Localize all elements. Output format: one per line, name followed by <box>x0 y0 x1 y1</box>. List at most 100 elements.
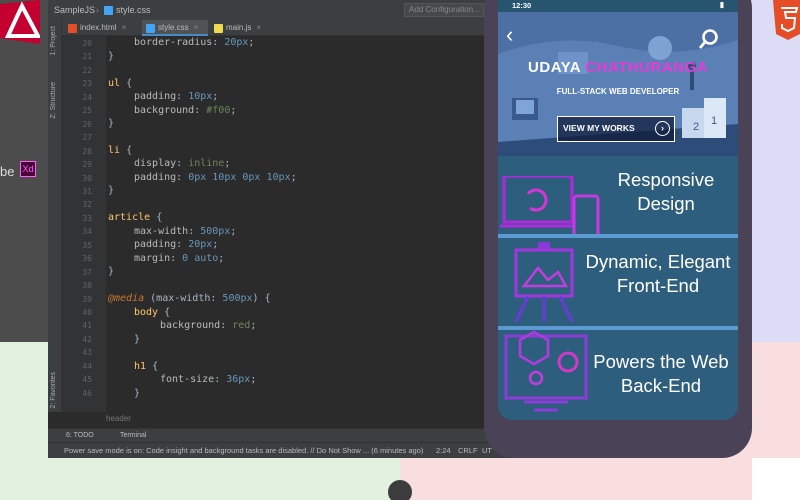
feature-title: Powers the Web Back-End <box>593 351 729 396</box>
tab-label: style.css <box>158 23 189 32</box>
view-my-works-button[interactable]: VIEW MY WORKS › <box>557 116 675 142</box>
bottom-tool-bar: 6: TODO Terminal <box>48 428 518 442</box>
feature-card-back-end[interactable]: Powers the Web Back-End <box>498 330 738 420</box>
cursor-position[interactable]: 2:24 <box>436 444 451 458</box>
phone-clock: 12:30 <box>512 1 532 10</box>
button-label: VIEW MY WORKS <box>563 123 635 133</box>
ide-title-bar: SampleJS › style.css Add Configuration..… <box>48 0 518 20</box>
hero-title: UDAYA CHATHURANGA <box>528 59 708 76</box>
svg-text:2: 2 <box>693 121 699 133</box>
line-number: 26 <box>82 119 92 129</box>
phone-status-bar: 12:30 ▮ <box>498 0 738 12</box>
code-breadcrumb[interactable]: header <box>106 414 131 423</box>
code-line-26: } <box>108 118 115 129</box>
code-line-40: body { <box>134 307 171 318</box>
code-line-24: padding: 10px; <box>134 91 219 102</box>
editor-tab-bar: index.html × style.css × main.js × <box>62 20 518 36</box>
feature-title: Responsive Design <box>617 169 715 214</box>
line-number: 38 <box>82 281 92 291</box>
project-tool-tab[interactable]: 1: Project <box>50 26 57 56</box>
code-line-20: border-radius: 20px; <box>134 37 255 48</box>
line-number: 46 <box>82 388 92 398</box>
code-line-33: article { <box>108 212 163 223</box>
html-file-icon <box>68 24 77 33</box>
line-number: 21 <box>82 52 92 62</box>
close-icon[interactable]: × <box>256 23 261 32</box>
adobe-xd-icon: Xd <box>20 161 36 177</box>
favorites-tool-tab[interactable]: 2: Favorites <box>50 372 57 409</box>
slide-indicator-dot[interactable] <box>388 480 412 500</box>
tab-label: index.html <box>80 23 117 32</box>
svg-text:1: 1 <box>711 115 717 127</box>
tab-main-js[interactable]: main.js × <box>210 20 272 36</box>
structure-tool-tab[interactable]: Z: Structure <box>50 82 57 119</box>
code-line-45: font-size: 36px; <box>160 374 257 385</box>
code-line-25: background: #f00; <box>134 105 237 116</box>
line-number: 27 <box>82 133 92 143</box>
line-number: 40 <box>82 308 92 317</box>
code-line-28: li { <box>108 145 133 156</box>
line-number: 22 <box>82 65 92 75</box>
phone-screen: 2 1 ‹ UDAYA CHATHURANGA FULL-STACK WEB D… <box>498 0 738 420</box>
close-icon[interactable]: × <box>121 23 126 32</box>
css-file-icon <box>146 24 155 33</box>
js-file-icon <box>214 24 223 33</box>
phone-mockup: 2 1 ‹ UDAYA CHATHURANGA FULL-STACK WEB D… <box>484 0 752 458</box>
battery-icon: ▮ <box>719 0 724 9</box>
tab-style-css[interactable]: style.css × <box>142 20 208 36</box>
add-configuration-button[interactable]: Add Configuration... <box>404 3 484 17</box>
line-number: 31 <box>82 186 92 196</box>
feature-card-front-end[interactable]: Dynamic, Elegant Front-End <box>498 238 738 326</box>
code-line-37: } <box>108 266 115 277</box>
ide-window: SampleJS › style.css Add Configuration..… <box>48 0 518 458</box>
line-number: 28 <box>82 146 92 156</box>
code-line-46: } <box>134 388 141 399</box>
hero-subtitle: FULL-STACK WEB DEVELOPER <box>556 87 680 96</box>
tab-index-html[interactable]: index.html × <box>64 20 140 36</box>
line-number: 33 <box>82 213 92 223</box>
line-ending[interactable]: CRLF <box>458 444 478 458</box>
todo-tool-tab[interactable]: 6: TODO <box>66 432 94 439</box>
line-number: 35 <box>82 240 92 250</box>
code-line-30: padding: 0px 10px 0px 10px; <box>134 172 297 183</box>
code-line-34: max-width: 500px; <box>134 226 237 237</box>
code-line-44: h1 { <box>134 361 159 372</box>
back-button[interactable]: ‹ <box>506 24 522 47</box>
code-line-41: background: red; <box>160 320 257 331</box>
code-line-29: display: inline; <box>134 158 231 169</box>
arrow-right-icon: › <box>655 121 670 136</box>
project-name[interactable]: SampleJS <box>54 5 95 15</box>
line-number: 37 <box>82 267 92 277</box>
line-number: 39 <box>82 294 92 304</box>
ide-status-bar: Power save mode is on: Code insight and … <box>48 442 518 458</box>
line-number: 32 <box>82 200 92 210</box>
gears-monitor-icon <box>504 330 588 412</box>
easel-chart-icon <box>514 242 574 323</box>
adobe-label: be <box>0 164 15 179</box>
close-icon[interactable]: × <box>194 23 199 32</box>
css-file-icon <box>104 6 113 15</box>
line-number: 30 <box>82 173 92 183</box>
code-line-42: } <box>134 334 141 345</box>
code-line-21: } <box>108 51 115 62</box>
line-number: 25 <box>82 106 92 116</box>
line-number: 23 <box>82 79 92 89</box>
laptop-phone-sync-icon <box>500 176 600 240</box>
line-number: 24 <box>82 92 92 102</box>
code-line-35: padding: 20px; <box>134 239 219 250</box>
slide-edge <box>752 458 800 500</box>
status-message[interactable]: Power save mode is on: Code insight and … <box>64 444 423 458</box>
ide-left-toolbar: 1: Project Z: Structure 2: Favorites <box>48 20 62 412</box>
html5-logo-icon <box>773 0 800 40</box>
feature-card-responsive[interactable]: Responsive Design <box>498 156 738 240</box>
terminal-tool-tab[interactable]: Terminal <box>120 432 146 439</box>
tab-label: main.js <box>226 23 252 32</box>
line-number: 20 <box>82 39 92 48</box>
current-file-name[interactable]: style.css <box>116 5 151 15</box>
line-number: 42 <box>82 334 92 344</box>
code-line-23: ul { <box>108 78 133 89</box>
hero-section: 2 1 ‹ UDAYA CHATHURANGA FULL-STACK WEB D… <box>498 12 738 156</box>
search-icon[interactable] <box>698 28 720 50</box>
feature-title: Dynamic, Elegant Front-End <box>585 251 731 296</box>
line-number: 41 <box>82 321 92 331</box>
